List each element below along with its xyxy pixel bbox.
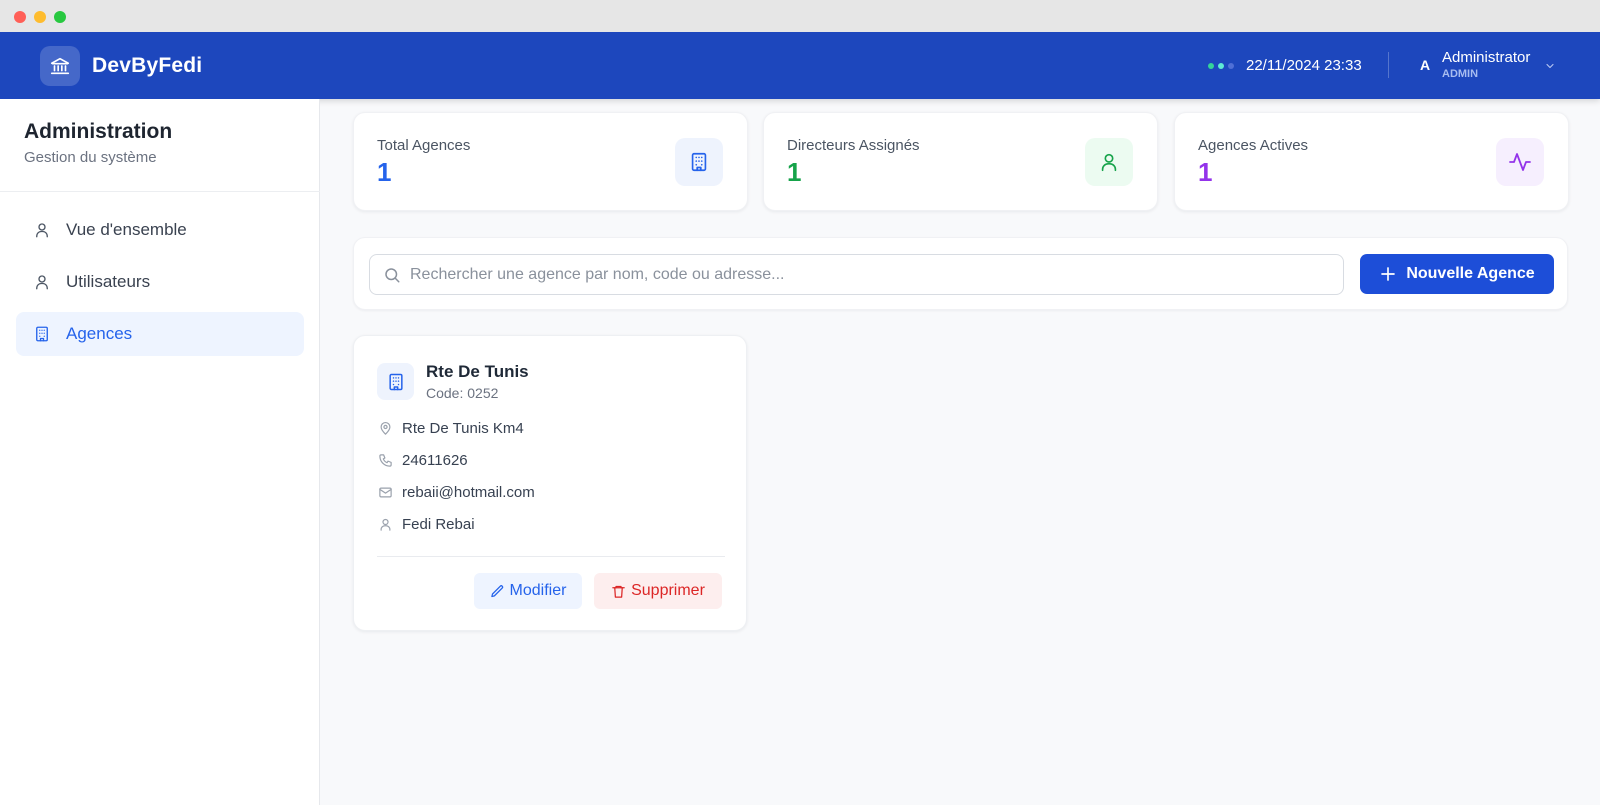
- chevron-down-icon[interactable]: [1544, 59, 1556, 77]
- window-title-bar: [0, 0, 1600, 32]
- building-icon: [377, 363, 414, 400]
- user-name[interactable]: Administrator: [1442, 49, 1530, 66]
- trash-icon: [611, 584, 626, 599]
- header-divider: [1388, 52, 1389, 78]
- stat-value: 1: [1198, 157, 1213, 187]
- status-dot: [1228, 63, 1234, 69]
- top-header: DevByFedi 22/11/2024 23:33 A Administrat…: [0, 32, 1600, 99]
- stat-label: Agences Actives: [1198, 137, 1309, 154]
- map-pin-icon: [377, 421, 393, 437]
- window-minimize-button[interactable]: [34, 11, 46, 23]
- user-icon: [32, 220, 52, 240]
- pencil-icon: [490, 584, 505, 599]
- connection-status-indicator: [1208, 63, 1234, 69]
- agency-name: Rte De Tunis: [426, 362, 529, 381]
- sidebar-item-label: Utilisateurs: [66, 272, 151, 291]
- brand-name[interactable]: DevByFedi: [92, 54, 202, 78]
- agency-director: Fedi Rebai: [402, 516, 475, 533]
- stat-value: 1: [377, 157, 392, 187]
- user-icon: [1085, 138, 1133, 186]
- user-avatar[interactable]: A: [1420, 57, 1430, 73]
- search-placeholder: Rechercher une agence par nom, code ou a…: [410, 266, 785, 283]
- phone-icon: [377, 453, 393, 469]
- status-dot: [1208, 63, 1214, 69]
- new-agency-button-label: Nouvelle Agence: [1406, 265, 1535, 282]
- activity-icon: [1496, 138, 1544, 186]
- sidebar-item-agencies[interactable]: Agences: [16, 312, 304, 356]
- agency-code: Code: 0252: [426, 385, 499, 401]
- sidebar-item-users[interactable]: Utilisateurs: [16, 260, 304, 304]
- window-close-button[interactable]: [14, 11, 26, 23]
- edit-agency-button[interactable]: Modifier: [474, 573, 582, 609]
- stat-label: Total Agences: [377, 137, 471, 154]
- agency-phone-row: 24611626: [377, 452, 468, 469]
- agency-address: Rte De Tunis Km4: [402, 420, 524, 437]
- sidebar: Administration Gestion du système Vue d'…: [0, 99, 320, 805]
- plus-icon: [1379, 265, 1397, 283]
- current-datetime: 22/11/2024 23:33: [1246, 57, 1362, 74]
- delete-agency-button[interactable]: Supprimer: [594, 573, 722, 609]
- bank-logo-icon[interactable]: [40, 46, 80, 86]
- sidebar-item-overview[interactable]: Vue d'ensemble: [16, 208, 304, 252]
- stat-label: Directeurs Assignés: [787, 137, 920, 154]
- agency-search-input[interactable]: Rechercher une agence par nom, code ou a…: [369, 254, 1344, 295]
- search-panel: Rechercher une agence par nom, code ou a…: [353, 237, 1568, 310]
- sidebar-item-label: Agences: [66, 324, 133, 343]
- sidebar-item-label: Vue d'ensemble: [66, 220, 187, 239]
- agency-email-row: rebaii@hotmail.com: [377, 484, 535, 501]
- stat-card-active-agencies: Agences Actives 1: [1174, 112, 1569, 211]
- building-icon: [32, 324, 52, 344]
- stat-card-total-agencies: Total Agences 1: [353, 112, 748, 211]
- user-icon: [32, 272, 52, 292]
- edit-button-label: Modifier: [509, 582, 567, 599]
- sidebar-subtitle: Gestion du système: [24, 149, 157, 166]
- sidebar-divider: [0, 191, 320, 192]
- building-icon: [675, 138, 723, 186]
- stat-card-assigned-directors: Directeurs Assignés 1: [763, 112, 1158, 211]
- agency-address-row: Rte De Tunis Km4: [377, 420, 524, 437]
- agency-card: Rte De Tunis Code: 0252 Rte De Tunis Km4…: [353, 335, 747, 631]
- user-role: ADMIN: [1442, 68, 1479, 80]
- agency-email: rebaii@hotmail.com: [402, 484, 535, 501]
- stat-value: 1: [787, 157, 802, 187]
- delete-button-label: Supprimer: [631, 582, 705, 599]
- sidebar-title: Administration: [24, 120, 173, 143]
- card-divider: [377, 556, 725, 557]
- agency-director-row: Fedi Rebai: [377, 516, 475, 533]
- window-maximize-button[interactable]: [54, 11, 66, 23]
- agency-phone: 24611626: [402, 452, 468, 469]
- user-icon: [377, 517, 393, 533]
- app-root: DevByFedi 22/11/2024 23:33 A Administrat…: [0, 32, 1600, 805]
- search-icon: [383, 266, 401, 289]
- mail-icon: [377, 485, 393, 501]
- new-agency-button[interactable]: Nouvelle Agence: [1360, 254, 1554, 294]
- status-dot: [1218, 63, 1224, 69]
